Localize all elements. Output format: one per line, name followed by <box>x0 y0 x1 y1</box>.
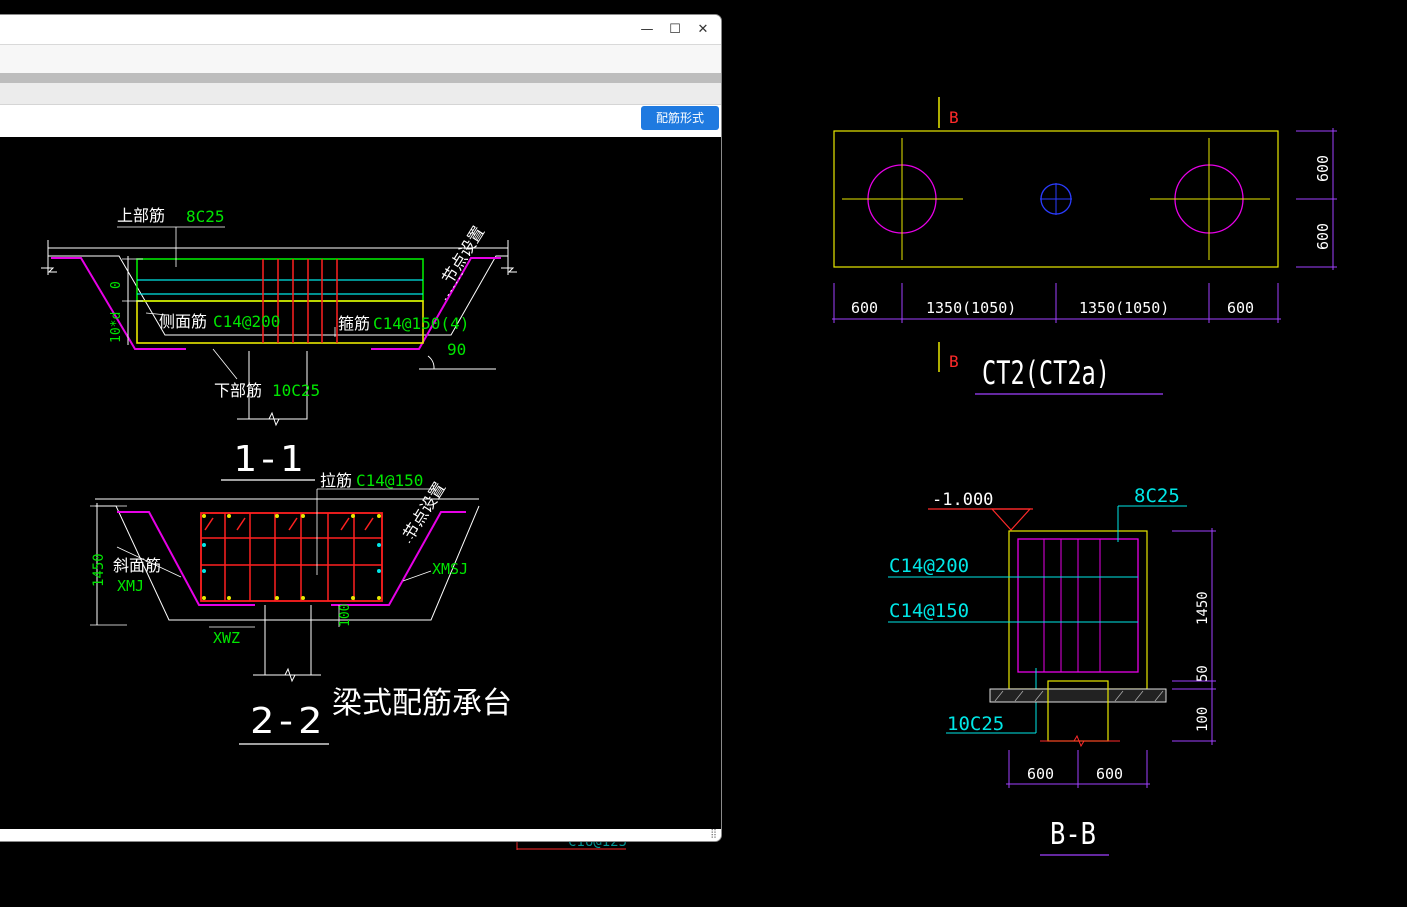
bb-dim-50: 50 <box>1195 665 1211 682</box>
bb-section-view: -1.000 8C25 C14@200 C14@150 10C25 1450 5… <box>888 485 1216 856</box>
s22-xmsj: XMSJ <box>432 560 468 578</box>
s11-side-bar-label: 侧面筋 <box>159 312 207 331</box>
s11-bottom-bar-label: 下部筋 <box>214 381 262 400</box>
s22-slope-value: XMJ <box>117 577 144 595</box>
bb-top-bar: 8C25 <box>1134 485 1180 507</box>
s11-dim-zero: 0 <box>109 281 124 289</box>
dialog-subbar <box>0 83 721 105</box>
bb-side-bar: C14@200 <box>889 555 969 577</box>
rebar-diagram-canvas: 上部筋 8C25 0 10*d 侧面筋 C14@200 箍筋 C14@150(4… <box>0 137 721 829</box>
ct2-dim-bottom-4: 600 <box>1227 299 1254 317</box>
s11-side-bar-value: C14@200 <box>213 312 280 331</box>
bb-title: B-B <box>1050 817 1096 852</box>
s11-angle: 90 <box>447 340 466 359</box>
rebar-form-button[interactable]: 配筋形式 <box>641 106 719 130</box>
s11-title: 1-1 <box>233 439 303 480</box>
s11-top-bar-label: 上部筋 <box>117 206 165 225</box>
section-marker-bottom: B <box>949 352 959 371</box>
bb-dim-bottom-2: 600 <box>1096 765 1123 783</box>
maximize-button[interactable]: ☐ <box>664 19 686 41</box>
bb-dim-bottom-1: 600 <box>1027 765 1054 783</box>
s22-slope-label: 斜面筋 <box>113 556 161 575</box>
s22-xwz: XWZ <box>213 629 240 647</box>
ct2-dim-right-1: 600 <box>1314 155 1332 182</box>
section-marker-top: B <box>949 108 959 127</box>
s11-node-setting: 节点设置 <box>438 223 488 287</box>
s22-tie-label: 拉筋 <box>320 471 352 490</box>
ct2-dim-bottom-1: 600 <box>851 299 878 317</box>
ct2-dim-right-2: 600 <box>1314 223 1332 250</box>
dialog-toolbar <box>0 44 721 74</box>
minimize-button[interactable]: — <box>636 19 658 41</box>
bb-elevation: -1.000 <box>932 490 993 510</box>
s11-top-bar-value: 8C25 <box>186 207 225 226</box>
rebar-dialog-window: — ☐ ✕ 配筋形式 上部筋 8C25 0 10*d 侧面筋 C14@200 箍… <box>0 14 722 842</box>
s22-tie-value: C14@150 <box>356 471 423 490</box>
diagram-heading: 梁式配筋承台 <box>332 686 512 721</box>
s22-dim-100: 100 <box>338 604 353 627</box>
dialog-footer: ⣿ <box>0 829 721 841</box>
close-button[interactable]: ✕ <box>692 19 714 41</box>
ct2-plan-view: B 600 1350(1050) 1350(1050) 600 600 600 <box>832 97 1337 395</box>
dialog-title-bar[interactable]: — ☐ ✕ <box>0 15 721 44</box>
resize-grip-icon[interactable]: ⣿ <box>710 829 717 839</box>
s11-bottom-bar-value: 10C25 <box>272 381 320 400</box>
dialog-action-row <box>0 105 721 136</box>
ct2-dim-bottom-2: 1350(1050) <box>926 299 1016 317</box>
bb-dim-100: 100 <box>1195 707 1211 732</box>
ct2-dim-bottom-3: 1350(1050) <box>1079 299 1169 317</box>
ct2-title: CT2(CT2a) <box>982 354 1110 392</box>
s22-title: 2-2 <box>250 701 322 742</box>
bb-dim-1450: 1450 <box>1195 591 1211 625</box>
bb-bottom-bar: 10C25 <box>947 713 1004 735</box>
s11-stirrup-value: C14@150(4) <box>373 314 469 333</box>
dialog-separator <box>0 73 721 83</box>
s11-stirrup-label: 箍筋 <box>338 314 370 333</box>
s11-dim-10d: 10*d <box>109 312 124 343</box>
s22-dim-1450: 1450 <box>91 553 107 587</box>
bb-tie-bar: C14@150 <box>889 600 969 622</box>
